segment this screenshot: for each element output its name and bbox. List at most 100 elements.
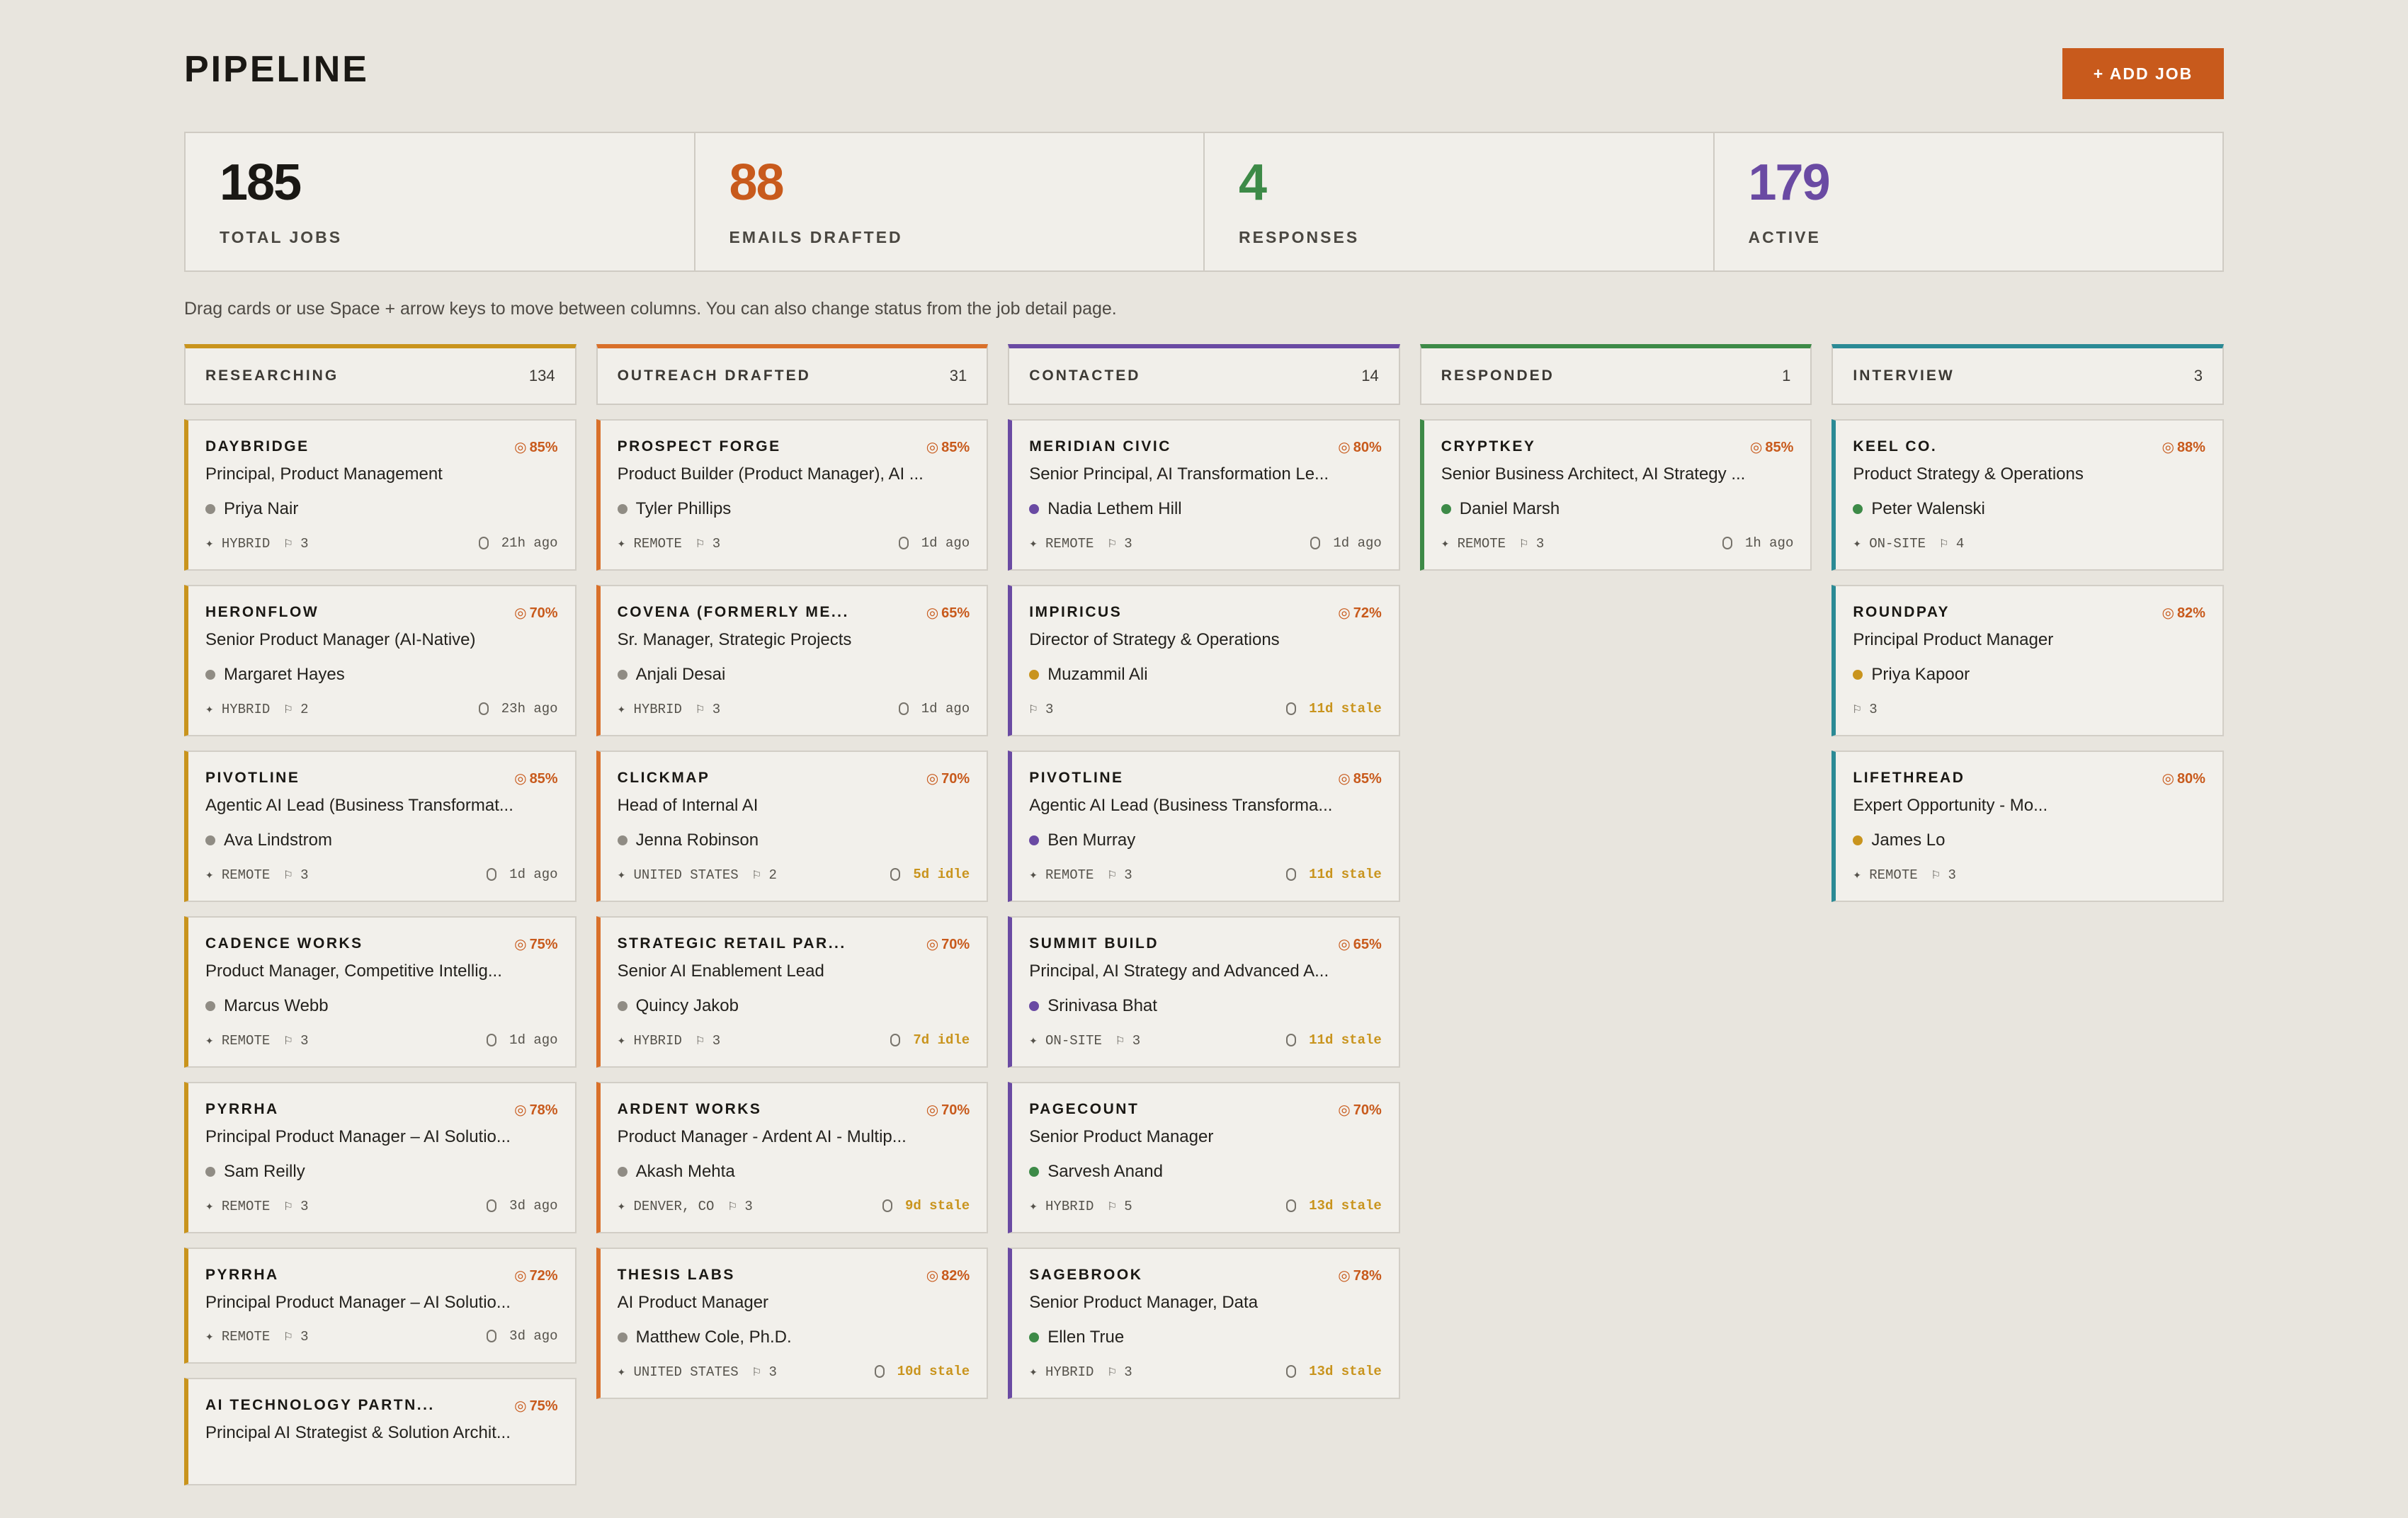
flag-count-value: 3 — [300, 1198, 309, 1214]
job-card[interactable]: DAYBRIDGE ◎ 85% Principal, Product Manageme… — [184, 419, 577, 571]
match-score: ◎ 85% — [1338, 770, 1381, 787]
job-card[interactable]: PIVOTLINE ◎ 85% Agentic AI Lead (Business T… — [1008, 751, 1400, 902]
target-icon: ◎ — [1338, 439, 1351, 455]
contact-status-dot — [1029, 835, 1040, 845]
contact: Margaret Hayes — [205, 663, 558, 687]
flag-icon: ⚐ — [1029, 701, 1046, 717]
clock-icon — [487, 1199, 497, 1212]
activity-time: 13d stale — [1286, 1364, 1382, 1379]
location-icon: ✦ — [617, 1032, 634, 1049]
job-card[interactable]: CRYPTKEY ◎ 85% Senior Business Architect, A… — [1419, 419, 1812, 571]
job-card[interactable]: CADENCE WORKS ◎ 75% Product Manager, Compet… — [184, 916, 577, 1068]
location: ✦ REMOTE — [205, 1328, 270, 1345]
contact: Ben Murray — [1029, 828, 1382, 852]
location-icon: ✦ — [1853, 867, 1870, 883]
card-meta: ✦ REMOTE ⚐ 3 3d ago — [205, 1325, 558, 1347]
job-card[interactable]: HERONFLOW ◎ 70% Senior Product Manager (AI-… — [184, 585, 577, 736]
contact-status-dot — [617, 835, 627, 845]
flag-count: ⚐ 3 — [696, 535, 720, 552]
company-name: HERONFLOW — [205, 604, 319, 620]
activity-time-text: 1d ago — [509, 867, 558, 882]
card-meta: ✦ UNITED STATES ⚐ 3 10d stale — [618, 1361, 970, 1382]
company-name: ARDENT WORKS — [617, 1101, 762, 1117]
clock-icon — [487, 868, 497, 881]
card-meta-left: ✦ ON-SITE ⚐ 3 — [1029, 1032, 1140, 1049]
flag-count: ⚐ 3 — [284, 1032, 308, 1049]
job-card[interactable]: KEEL CO. ◎ 88% Product Strategy & Operation… — [1831, 419, 2224, 571]
job-card[interactable]: COVENA (FORMERLY ME... ◎ 65% Sr. Manager, S… — [596, 585, 989, 736]
target-icon: ◎ — [514, 936, 527, 952]
job-card[interactable]: LIFETHREAD ◎ 80% Expert Opportunity - Mo...… — [1831, 751, 2224, 902]
job-card[interactable]: SAGEBROOK ◎ 78% Senior Product Manager, Dat… — [1008, 1248, 1400, 1399]
job-card[interactable]: PROSPECT FORGE ◎ 85% Product Builder (Produ… — [596, 419, 989, 571]
flag-count: ⚐ 3 — [284, 1328, 308, 1345]
location-text: REMOTE — [1457, 535, 1506, 552]
contact-status-dot — [205, 1001, 215, 1011]
job-card[interactable]: PYRRHA ◎ 72% Principal Product Manager – AI… — [184, 1248, 577, 1364]
add-job-button[interactable]: + ADD JOB — [2062, 48, 2224, 99]
clock-icon — [1286, 1034, 1297, 1046]
target-icon: ◎ — [514, 770, 527, 787]
job-role: Senior Product Manager (AI-Native) — [205, 630, 476, 649]
flag-count-value: 4 — [1955, 535, 1965, 552]
clock-icon — [898, 537, 909, 549]
job-card[interactable]: SUMMIT BUILD ◎ 65% Principal, AI Strategy a… — [1008, 916, 1400, 1068]
location-text: REMOTE — [221, 1198, 271, 1214]
flag-count-value: 3 — [1124, 867, 1132, 883]
contact: Marcus Webb — [205, 994, 558, 1018]
target-icon: ◎ — [926, 1102, 939, 1118]
job-card[interactable]: AI TECHNOLOGY PARTN... ◎ 75% Principal AI S… — [184, 1378, 577, 1485]
match-score-value: 70% — [941, 936, 970, 952]
activity-time: 10d stale — [874, 1364, 970, 1379]
company-name: LIFETHREAD — [1853, 770, 1965, 786]
job-card[interactable]: ROUNDPAY ◎ 82% Principal Product Manager Pri… — [1831, 585, 2224, 736]
location-icon: ✦ — [205, 1328, 222, 1345]
match-score: ◎ 70% — [926, 770, 970, 787]
match-score-value: 70% — [941, 1102, 970, 1118]
location-icon: ✦ — [205, 1198, 222, 1214]
flag-count: ⚐ 3 — [1029, 701, 1053, 717]
match-score: ◎ 75% — [514, 1397, 557, 1415]
flag-icon: ⚐ — [284, 1032, 301, 1049]
job-card[interactable]: PIVOTLINE ◎ 85% Agentic AI Lead (Business T… — [184, 751, 577, 902]
flag-count-value: 3 — [300, 1328, 309, 1345]
job-card[interactable]: PAGECOUNT ◎ 70% Senior Product Manager Sarve… — [1008, 1082, 1400, 1233]
flag-icon: ⚐ — [1931, 867, 1948, 883]
card-meta-left: ✦ REMOTE ⚐ 3 — [618, 535, 721, 552]
activity-time-text: 9d stale — [904, 1198, 970, 1214]
match-score-value: 85% — [529, 770, 558, 787]
contact-status-dot — [617, 670, 627, 680]
company-name: PROSPECT FORGE — [617, 438, 781, 455]
card-meta-left: ✦ REMOTE ⚐ 3 — [205, 867, 309, 883]
activity-time-text: 1h ago — [1744, 535, 1794, 551]
contact-status-dot — [205, 835, 215, 845]
job-card[interactable]: PYRRHA ◎ 78% Principal Product Manager – AI… — [184, 1082, 577, 1233]
location-text: UNITED STATES — [633, 867, 739, 883]
location-text: REMOTE — [221, 1032, 271, 1049]
flag-count-value: 2 — [768, 867, 777, 883]
contact-name: Daniel Marsh — [1459, 499, 1560, 518]
job-card[interactable]: MERIDIAN CIVIC ◎ 80% Senior Principal, AI T… — [1008, 419, 1400, 571]
job-role: Product Builder (Product Manager), AI ..… — [617, 464, 924, 484]
job-card[interactable]: ARDENT WORKS ◎ 70% Product Manager - Ardent… — [596, 1082, 989, 1233]
job-card[interactable]: CLICKMAP ◎ 70% Head of Internal AI Jenna Rob… — [596, 751, 989, 902]
card-header: CLICKMAP ◎ 70% — [618, 767, 970, 789]
location: ✦ DENVER, CO — [618, 1198, 715, 1214]
card-meta: ✦ ON-SITE ⚐ 3 11d stale — [1029, 1029, 1382, 1051]
job-card[interactable]: THESIS LABS ◎ 82% AI Product Manager Matthew… — [596, 1248, 989, 1399]
flag-count-value: 3 — [300, 535, 309, 552]
column-header: OUTREACH DRAFTED 31 — [596, 344, 989, 405]
card-header: STRATEGIC RETAIL PAR... ◎ 70% — [618, 933, 970, 954]
job-card[interactable]: IMPIRICUS ◎ 72% Director of Strategy & Oper… — [1008, 585, 1400, 736]
card-header: COVENA (FORMERLY ME... ◎ 65% — [618, 602, 970, 623]
activity-time-text: 13d stale — [1309, 1198, 1382, 1214]
flag-count: ⚐ 3 — [696, 701, 720, 717]
job-card[interactable]: STRATEGIC RETAIL PAR... ◎ 70% Senior AI Ena… — [596, 916, 989, 1068]
match-score: ◎ 78% — [1338, 1267, 1381, 1284]
target-icon: ◎ — [514, 1102, 527, 1118]
clock-icon — [478, 537, 489, 549]
match-score: ◎ 85% — [926, 438, 970, 456]
column-count: 1 — [1782, 367, 1791, 384]
card-meta-left: ✦ UNITED STATES ⚐ 2 — [618, 867, 777, 883]
location-icon: ✦ — [1029, 1198, 1046, 1214]
